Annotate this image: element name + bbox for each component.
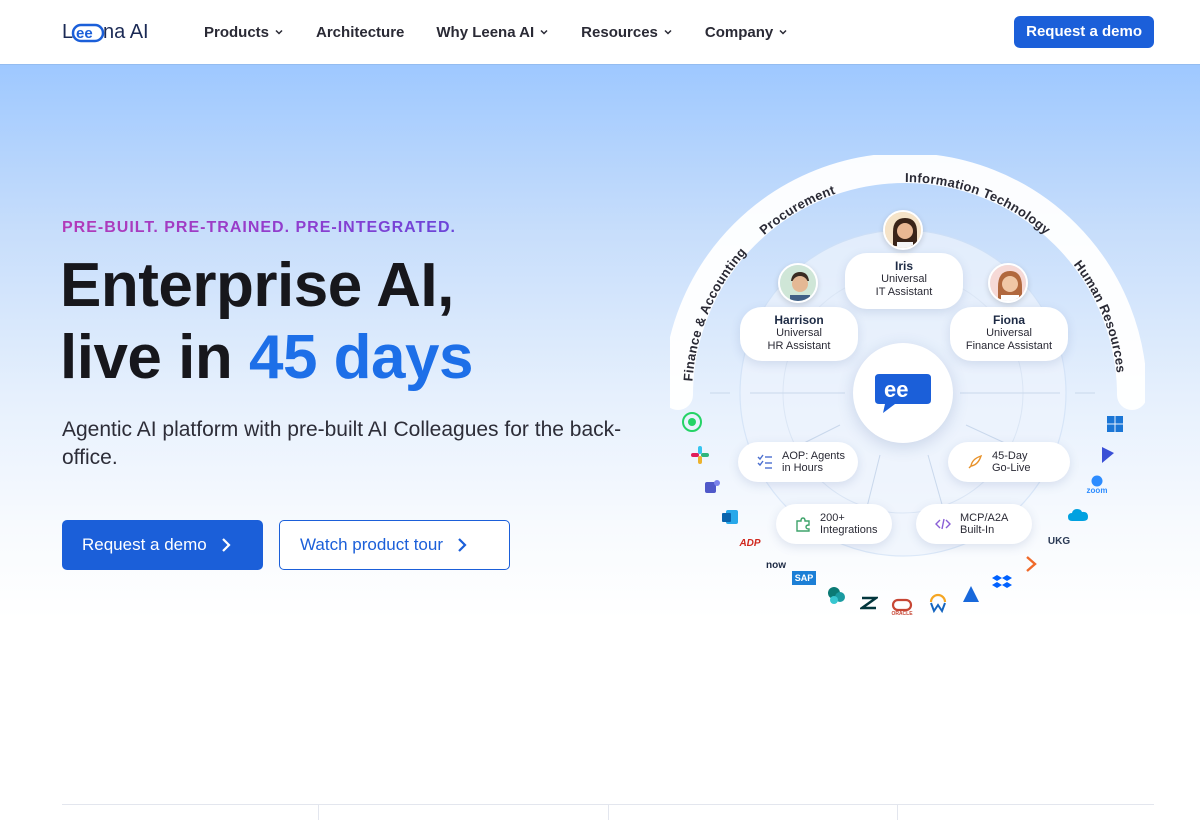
checklist-icon	[756, 453, 774, 471]
nav-company-label: Company	[704, 23, 774, 41]
outlook-icon	[718, 505, 742, 529]
nav-products[interactable]: Products	[204, 24, 284, 41]
feature-aop: AOP: Agents in Hours	[738, 442, 858, 482]
windows-icon	[1103, 412, 1127, 436]
agent-role: Finance Assistant	[965, 340, 1053, 352]
request-demo-button[interactable]: Request a demo	[62, 520, 263, 570]
hero-subtitle: Agentic AI platform with pre-built AI Co…	[62, 418, 622, 469]
chevron-down-icon	[664, 29, 672, 35]
chevron-down-icon	[540, 29, 548, 35]
agent-name: Harrison	[774, 313, 824, 327]
ukg-icon: UKG	[1047, 535, 1071, 547]
adp-icon: ADP	[739, 537, 761, 549]
agent-card-fiona[interactable]: Fiona Universal Finance Assistant	[950, 307, 1068, 361]
nav-resources[interactable]: Resources	[581, 24, 673, 41]
leena-logo-icon: ee	[875, 374, 931, 413]
stat-divider	[897, 805, 898, 820]
agent-role: Universal	[881, 273, 927, 285]
feature-line: AOP: Agents	[782, 450, 845, 462]
dynamics-icon	[1096, 443, 1120, 467]
avatar	[883, 210, 923, 250]
agent-card-iris[interactable]: Iris Universal IT Assistant	[845, 253, 963, 309]
nav-company[interactable]: Company	[705, 24, 788, 41]
feature-line: Built-In	[960, 524, 995, 536]
feature-integrations: 200+ Integrations	[776, 504, 892, 544]
nav-architecture-label: Architecture	[316, 23, 405, 41]
main-menu: Products Architecture Why Leena AI Resou…	[204, 24, 788, 41]
hero-title: Enterprise AI, live in 45 days	[60, 250, 473, 394]
hero-title-prefix: live in	[60, 323, 249, 392]
nav-resources-label: Resources	[581, 23, 658, 41]
feature-line: 45-Day	[992, 450, 1028, 462]
sharepoint-icon	[824, 583, 848, 607]
watch-tour-label: Watch product tour	[300, 535, 443, 554]
whatsapp-icon	[680, 410, 704, 434]
slack-icon	[688, 443, 712, 467]
feature-mcp: MCP/A2A Built-In	[916, 504, 1032, 544]
agent-name: Iris	[894, 259, 913, 273]
hero-title-accent: 45 days	[248, 323, 474, 392]
stat-divider	[318, 805, 319, 820]
nav-products-label: Products	[204, 23, 270, 41]
chevron-right-icon	[458, 538, 467, 552]
hero-title-line2: live in 45 days	[60, 322, 473, 394]
svg-text:L: L	[62, 21, 73, 43]
oracle-icon: ORACLE	[890, 595, 914, 619]
servicenow-icon: now	[766, 559, 786, 571]
teams-icon	[700, 475, 724, 499]
feature-line: 200+	[820, 512, 845, 524]
feature-text: 45-Day Go-Live	[992, 450, 1031, 474]
feature-text: 200+ Integrations	[820, 512, 877, 536]
puzzle-icon	[794, 515, 812, 533]
leena-center-logo: ee	[853, 343, 953, 443]
agent-role: Universal	[986, 327, 1032, 339]
sap-icon: SAP	[792, 571, 816, 585]
svg-text:ee: ee	[884, 377, 908, 402]
oracle-label: ORACLE	[891, 610, 913, 617]
nav-architecture[interactable]: Architecture	[316, 24, 404, 41]
chevron-right-icon	[221, 538, 231, 552]
chevron-down-icon	[779, 29, 787, 35]
agent-card-harrison[interactable]: Harrison Universal HR Assistant	[740, 307, 858, 361]
atlassian-icon	[959, 583, 983, 607]
salesforce-icon	[1066, 503, 1090, 527]
leena-ai-logo[interactable]: L ee na AI	[62, 17, 154, 47]
dropbox-icon	[990, 571, 1014, 595]
hero-title-line1: Enterprise AI,	[60, 251, 454, 320]
feature-line: MCP/A2A	[960, 512, 1009, 524]
avatar	[988, 263, 1028, 303]
zoom-label: zoom	[1086, 486, 1108, 495]
avatar	[778, 263, 818, 303]
feature-text: MCP/A2A Built-In	[960, 512, 1008, 536]
feature-line: Integrations	[820, 524, 878, 536]
nav-why-leena-label: Why Leena AI	[436, 23, 535, 41]
svg-text:na AI: na AI	[103, 21, 149, 43]
nav-request-demo-button[interactable]: Request a demo	[1014, 16, 1154, 48]
zendesk-icon	[857, 591, 881, 615]
hero-eyebrow: PRE-BUILT. PRE-TRAINED. PRE-INTEGRATED.	[62, 219, 456, 236]
rocket-icon	[966, 453, 984, 471]
feature-text: AOP: Agents in Hours	[782, 450, 845, 474]
stats-strip	[62, 804, 1154, 820]
watch-tour-button[interactable]: Watch product tour	[279, 520, 510, 570]
agent-role: Universal	[776, 327, 822, 339]
request-demo-label: Request a demo	[82, 535, 207, 554]
top-navigation: L ee na AI Products Architecture Why Lee…	[0, 0, 1200, 64]
agent-role: HR Assistant	[767, 340, 831, 352]
zoom-icon: zoom	[1085, 473, 1109, 497]
stat-divider	[608, 805, 609, 820]
code-icon	[934, 515, 952, 533]
feature-golive: 45-Day Go-Live	[948, 442, 1070, 482]
agent-name: Fiona	[993, 313, 1025, 327]
chevron-down-icon	[275, 29, 283, 35]
workday-icon	[926, 591, 950, 615]
bamboohr-icon	[1019, 553, 1043, 577]
svg-text:ee: ee	[76, 25, 93, 42]
feature-line: Go-Live	[992, 462, 1031, 474]
agent-role: IT Assistant	[875, 286, 933, 298]
nav-why-leena[interactable]: Why Leena AI	[436, 24, 549, 41]
platform-diagram: Finance & Accounting Procurement Informa…	[670, 155, 1145, 625]
feature-line: in Hours	[782, 462, 823, 474]
